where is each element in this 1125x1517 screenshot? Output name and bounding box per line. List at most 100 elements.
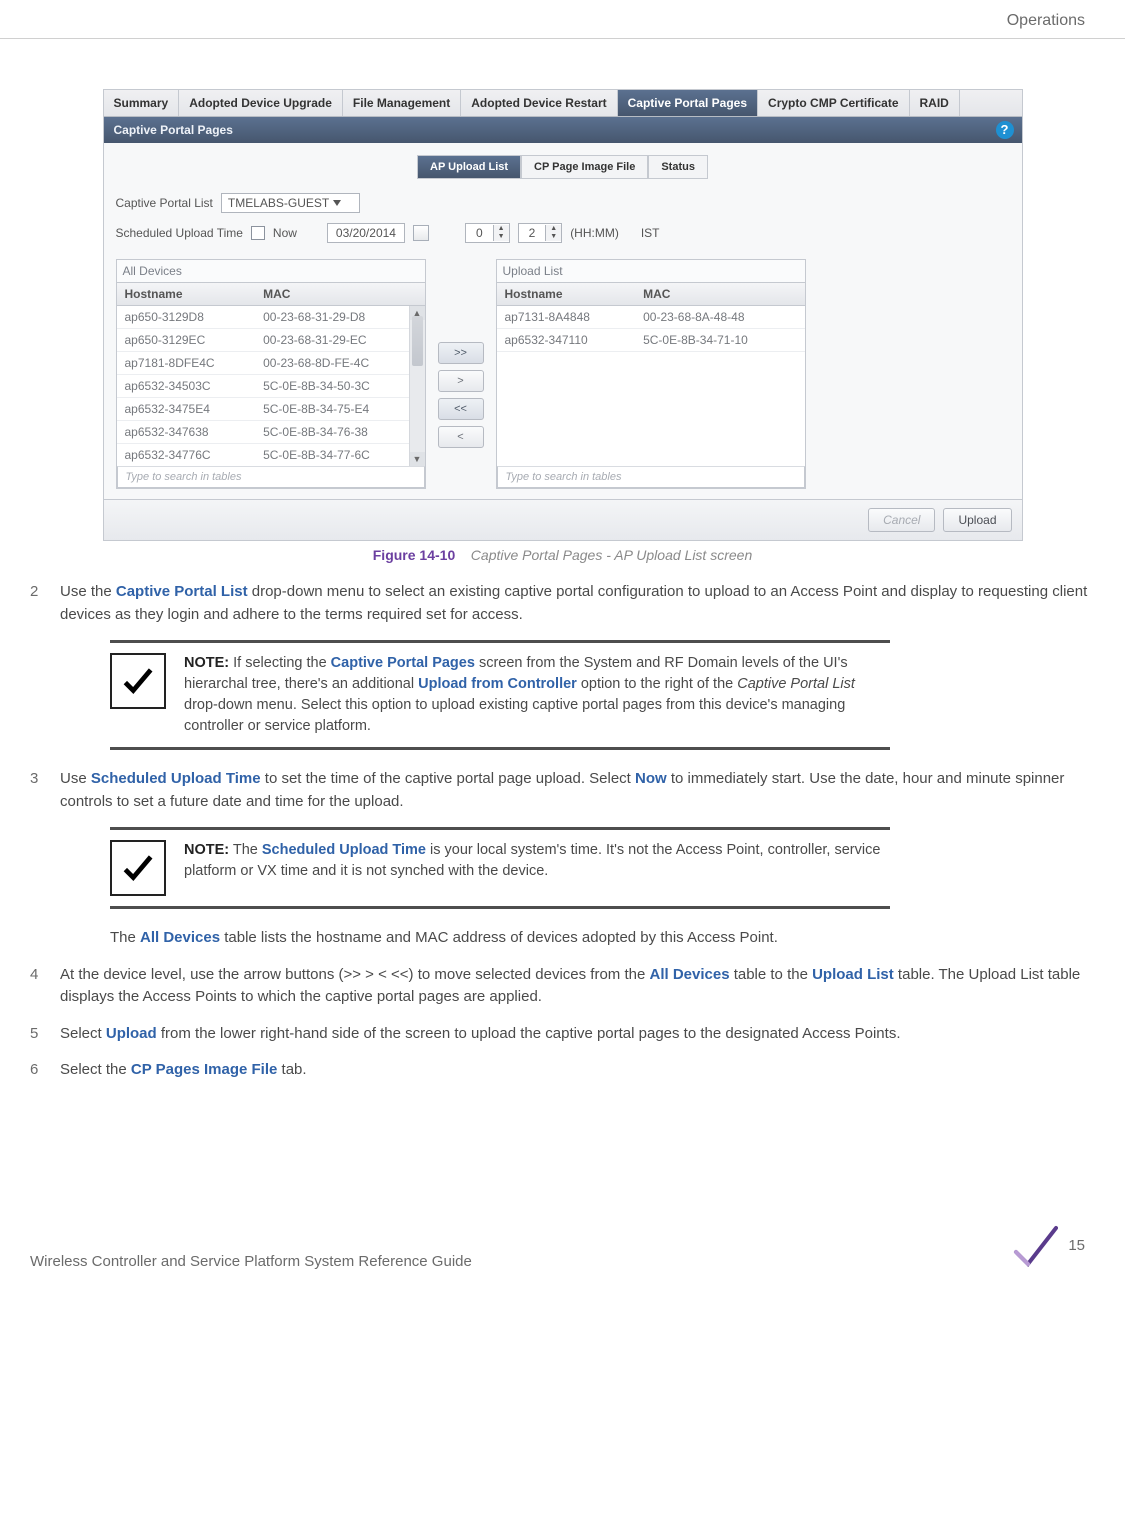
tab-summary[interactable]: Summary xyxy=(104,90,180,116)
page-footer: Wireless Controller and Service Platform… xyxy=(0,1222,1125,1290)
table-row[interactable]: ap6532-3475E45C-0E-8B-34-75-E4 xyxy=(117,398,425,421)
table-row[interactable]: ap650-3129D800-23-68-31-29-D8 xyxy=(117,306,425,329)
tz-label: IST xyxy=(641,226,660,240)
step-number: 5 xyxy=(30,1023,48,1046)
tab-raid[interactable]: RAID xyxy=(910,90,960,116)
table-row[interactable]: ap650-3129EC00-23-68-31-29-EC xyxy=(117,329,425,352)
screenshot-top-tabs: Summary Adopted Device Upgrade File Mana… xyxy=(104,90,1022,117)
move-all-right-button[interactable]: >> xyxy=(438,342,484,364)
table-row[interactable]: ap6532-3471105C-0E-8B-34-71-10 xyxy=(497,329,805,352)
inner-tab-cp-image[interactable]: CP Page Image File xyxy=(521,155,648,179)
all-devices-rows[interactable]: ap650-3129D800-23-68-31-29-D8 ap650-3129… xyxy=(117,306,425,466)
step-body: Select the CP Pages Image File tab. xyxy=(60,1059,1095,1082)
step-4: 4 At the device level, use the arrow but… xyxy=(30,964,1095,1009)
page-header: Operations xyxy=(0,0,1125,39)
left-scrollbar[interactable]: ▲ ▼ xyxy=(409,306,425,466)
scheduled-label: Scheduled Upload Time xyxy=(116,226,243,240)
table-row[interactable]: ap6532-3476385C-0E-8B-34-76-38 xyxy=(117,421,425,444)
tab-adopted-restart[interactable]: Adopted Device Restart xyxy=(461,90,617,116)
upload-button[interactable]: Upload xyxy=(943,508,1011,532)
content: Summary Adopted Device Upgrade File Mana… xyxy=(0,89,1125,1082)
note-1: NOTE: If selecting the Captive Portal Pa… xyxy=(110,640,890,750)
table-row[interactable]: ap7131-8A484800-23-68-8A-48-48 xyxy=(497,306,805,329)
right-search-input[interactable]: Type to search in tables xyxy=(497,466,805,488)
footer-check-icon xyxy=(1010,1222,1058,1270)
upload-list-header: Hostname MAC xyxy=(497,282,805,306)
now-label: Now xyxy=(273,226,297,240)
captive-portal-list-dropdown[interactable]: TMELABS-GUEST xyxy=(221,193,360,213)
captive-portal-list-label: Captive Portal List xyxy=(116,196,213,210)
table-row[interactable]: ap6532-34503C5C-0E-8B-34-50-3C xyxy=(117,375,425,398)
hour-arrows[interactable]: ▲▼ xyxy=(493,225,509,241)
captive-portal-selected: TMELABS-GUEST xyxy=(228,196,329,210)
time-format-label: (HH:MM) xyxy=(570,226,619,240)
scheduled-row: Scheduled Upload Time Now 03/20/2014 0 ▲… xyxy=(116,223,1010,243)
table-row[interactable]: ap7181-8DFE4C00-23-68-8D-FE-4C xyxy=(117,352,425,375)
hour-spinner[interactable]: 0 ▲▼ xyxy=(465,223,510,243)
shuttle-controls: >> > << < xyxy=(438,259,484,489)
step-number: 2 xyxy=(30,581,48,626)
inner-tab-ap-upload[interactable]: AP Upload List xyxy=(417,155,521,179)
step-body: Select Upload from the lower right-hand … xyxy=(60,1023,1095,1046)
step-body: Use Scheduled Upload Time to set the tim… xyxy=(60,768,1095,813)
left-search-input[interactable]: Type to search in tables xyxy=(117,466,425,488)
dual-list: All Devices Hostname MAC ap650-3129D800-… xyxy=(116,259,1010,489)
col-mac: MAC xyxy=(635,283,804,305)
inner-tab-status[interactable]: Status xyxy=(648,155,708,179)
step-number: 4 xyxy=(30,964,48,1009)
upload-list-rows[interactable]: ap7131-8A484800-23-68-8A-48-48 ap6532-34… xyxy=(497,306,805,466)
captive-portal-list-row: Captive Portal List TMELABS-GUEST xyxy=(116,193,1010,213)
upload-list-listbox: Upload List Hostname MAC ap7131-8A484800… xyxy=(496,259,806,489)
step-6: 6 Select the CP Pages Image File tab. xyxy=(30,1059,1095,1082)
tab-crypto-cmp[interactable]: Crypto CMP Certificate xyxy=(758,90,909,116)
all-devices-title: All Devices xyxy=(117,260,425,282)
section-title: Operations xyxy=(1007,12,1085,29)
check-icon xyxy=(110,840,166,896)
all-devices-listbox: All Devices Hostname MAC ap650-3129D800-… xyxy=(116,259,426,489)
panel-title: Captive Portal Pages xyxy=(114,123,233,137)
footer-text: Wireless Controller and Service Platform… xyxy=(30,1253,472,1270)
date-input[interactable]: 03/20/2014 xyxy=(327,223,405,243)
step-body: Use the Captive Portal List drop-down me… xyxy=(60,581,1095,626)
note-text: NOTE: If selecting the Captive Portal Pa… xyxy=(184,653,890,737)
chevron-down-icon xyxy=(333,200,341,206)
tab-adopted-upgrade[interactable]: Adopted Device Upgrade xyxy=(179,90,343,116)
step-number: 3 xyxy=(30,768,48,813)
tab-captive-portal-pages[interactable]: Captive Portal Pages xyxy=(618,90,758,116)
step-3: 3 Use Scheduled Upload Time to set the t… xyxy=(30,768,1095,813)
step-5: 5 Select Upload from the lower right-han… xyxy=(30,1023,1095,1046)
step-2: 2 Use the Captive Portal List drop-down … xyxy=(30,581,1095,626)
figure-label: Figure 14-10 xyxy=(373,547,455,563)
step-number: 6 xyxy=(30,1059,48,1082)
screenshot-captive-portal: Summary Adopted Device Upgrade File Mana… xyxy=(103,89,1023,541)
cancel-button[interactable]: Cancel xyxy=(868,508,935,532)
tab-file-management[interactable]: File Management xyxy=(343,90,461,116)
minute-arrows[interactable]: ▲▼ xyxy=(545,225,561,241)
now-checkbox[interactable] xyxy=(251,226,265,240)
col-mac: MAC xyxy=(255,283,424,305)
indented-para: The All Devices table lists the hostname… xyxy=(110,927,1095,950)
minute-spinner[interactable]: 2 ▲▼ xyxy=(518,223,563,243)
calendar-icon[interactable] xyxy=(413,225,429,241)
minute-value: 2 xyxy=(519,224,546,242)
move-all-left-button[interactable]: << xyxy=(438,398,484,420)
all-devices-header: Hostname MAC xyxy=(117,282,425,306)
note-text: NOTE: The Scheduled Upload Time is your … xyxy=(184,840,890,882)
move-left-button[interactable]: < xyxy=(438,426,484,448)
col-hostname: Hostname xyxy=(497,283,636,305)
screenshot-footer: Cancel Upload xyxy=(104,499,1022,540)
screenshot-body: Captive Portal List TMELABS-GUEST Schedu… xyxy=(104,179,1022,499)
figure-caption: Figure 14-10 Captive Portal Pages - AP U… xyxy=(30,547,1095,563)
scroll-thumb[interactable] xyxy=(412,316,423,366)
scroll-down-icon[interactable]: ▼ xyxy=(410,452,425,466)
help-icon[interactable]: ? xyxy=(996,121,1014,139)
table-row[interactable]: ap6532-34776C5C-0E-8B-34-77-6C xyxy=(117,444,425,466)
check-icon xyxy=(110,653,166,709)
inner-tabs: AP Upload List CP Page Image File Status xyxy=(104,143,1022,179)
captive-portal-list-term: Captive Portal List xyxy=(116,583,248,600)
move-right-button[interactable]: > xyxy=(438,370,484,392)
panel-header: Captive Portal Pages ? xyxy=(104,117,1022,143)
note-2: NOTE: The Scheduled Upload Time is your … xyxy=(110,827,890,909)
page-number-group: 15 xyxy=(1010,1222,1085,1270)
figure-text: Captive Portal Pages - AP Upload List sc… xyxy=(471,547,752,563)
